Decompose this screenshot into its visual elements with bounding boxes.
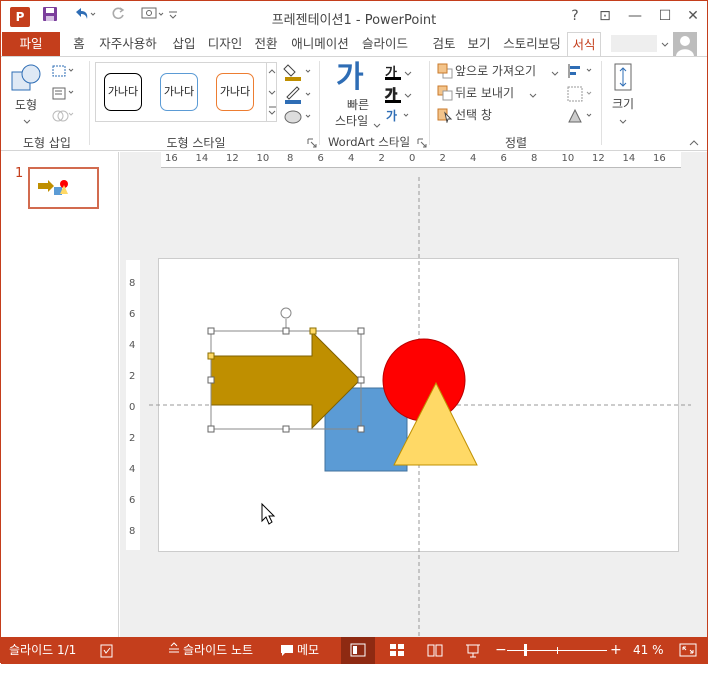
zoom-slider-center-tick <box>557 647 558 654</box>
fit-slide-icon[interactable] <box>677 637 699 664</box>
slideshow-view-icon[interactable] <box>463 637 483 664</box>
zoom-slider-thumb[interactable] <box>524 644 527 656</box>
zoom-level[interactable]: 41 % <box>633 637 664 664</box>
reading-view-icon[interactable] <box>425 637 445 664</box>
zoom-out-button[interactable]: − <box>495 637 507 664</box>
notes-button[interactable]: 슬라이드 노트 <box>183 637 253 664</box>
zoom-in-button[interactable]: + <box>610 637 622 664</box>
comments-icon[interactable] <box>279 637 295 664</box>
notes-icon[interactable] <box>167 637 181 664</box>
spell-check-icon[interactable] <box>99 637 117 664</box>
mouse-cursor-icon <box>261 502 276 525</box>
normal-view-icon[interactable] <box>341 637 375 664</box>
slide-shapes-layer <box>149 177 691 637</box>
status-bar: 슬라이드 1/1 슬라이드 노트 메모 − + 41 % <box>1 637 708 664</box>
comments-button[interactable]: 메모 <box>297 637 319 664</box>
powerpoint-window: P 프레젠테이션1 - PowerPoint ? ⊡ — ☐ ✕ 파일 홈 자주… <box>0 0 708 664</box>
slide-sorter-icon[interactable] <box>387 637 407 664</box>
slide-count: 슬라이드 1/1 <box>9 643 77 657</box>
